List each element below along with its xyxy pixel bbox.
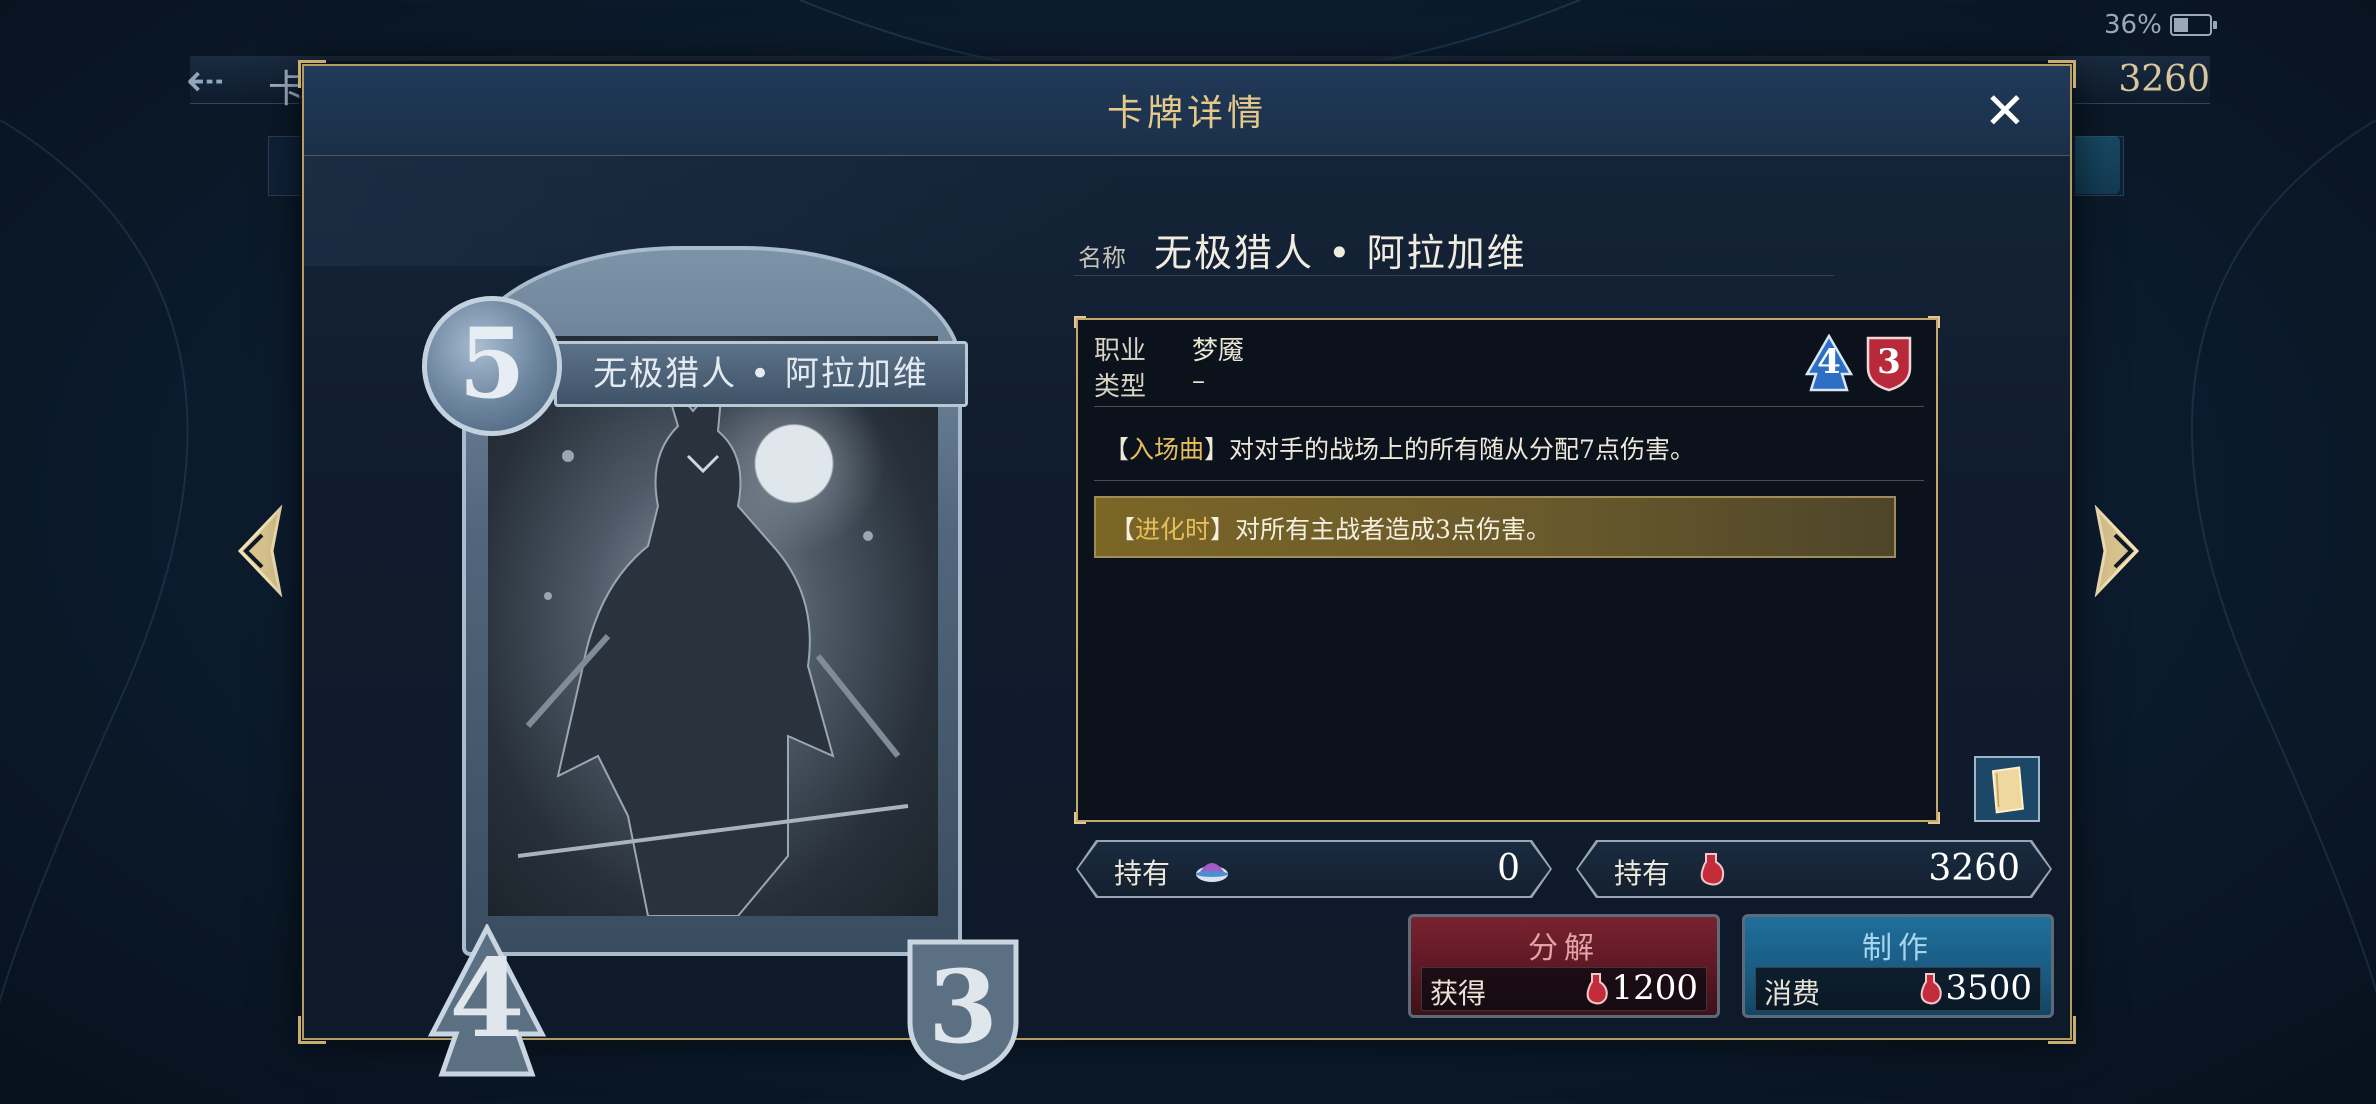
craft-sub-label: 消费 <box>1764 977 1821 1010</box>
evolved-defense-gem: 3 <box>1864 334 1914 392</box>
info-divider <box>1094 480 1924 481</box>
evolved-attack-value: 4 <box>1817 342 1841 382</box>
view-card-art-button[interactable] <box>1974 756 2040 822</box>
wolf-warrior-artwork <box>517 372 909 916</box>
evolved-defense-value: 3 <box>1877 342 1901 382</box>
craft-cost: 消费 3500 <box>1755 967 2041 1011</box>
card-pack-icon <box>1194 852 1230 886</box>
back-arrow-icon[interactable]: ⇠ <box>186 56 246 104</box>
card-attack-gem: 4 <box>422 924 552 1084</box>
owned-cards-label: 持有 <box>1114 857 1171 890</box>
card-info-box: 职业 梦魇 类型 – 4 3 【入场曲】对对手的战场上的所有随从分配7点伤害。 … <box>1074 316 1940 824</box>
owned-vials-strip: 持有 3260 <box>1578 842 2050 896</box>
owned-vials-label: 持有 <box>1614 857 1671 890</box>
frame-corner <box>1928 316 1940 328</box>
red-vial-icon <box>1920 973 1942 1005</box>
disenchant-button[interactable]: 分解 获得 1200 <box>1408 914 1720 1018</box>
card-defense-value: 3 <box>928 948 998 1066</box>
book-icon <box>1991 766 2024 814</box>
card-name-row: 名称 无极猎人 • 阿拉加维 <box>1074 216 1834 276</box>
frame-corner <box>298 1016 326 1044</box>
disenchant-reward: 获得 1200 <box>1421 967 1707 1011</box>
name-value: 无极猎人 • 阿拉加维 <box>1154 231 1527 275</box>
close-icon[interactable]: ✕ <box>1982 86 2028 136</box>
type-value: – <box>1192 366 1205 396</box>
battery-icon <box>2170 14 2217 36</box>
frame-corner <box>1074 316 1086 328</box>
frame-corner <box>1928 812 1940 824</box>
card-cost-value: 5 <box>458 307 526 420</box>
evolved-attack-gem: 4 <box>1804 334 1854 392</box>
chevron-left-icon <box>237 504 283 598</box>
owned-cards-value: 0 <box>1497 848 1520 889</box>
card-cost-gem: 5 <box>422 296 562 436</box>
evolve-text: 对所有主战者造成3点伤害。 <box>1235 515 1551 544</box>
red-vial-icon <box>1586 973 1608 1005</box>
evolve-effect-bar: 【进化时】对所有主战者造成3点伤害。 <box>1094 496 1896 558</box>
type-label: 类型 <box>1094 372 1147 402</box>
frame-corner <box>1074 812 1086 824</box>
fanfare-keyword: 入场曲 <box>1129 435 1205 464</box>
battery-percentage: 36% <box>2104 10 2162 40</box>
fanfare-text: 对对手的战场上的所有随从分配7点伤害。 <box>1229 435 1695 464</box>
dialog-title: 卡牌详情 <box>1106 93 1267 134</box>
class-label: 职业 <box>1094 336 1147 366</box>
card-name-banner: 无极猎人 • 阿拉加维 <box>554 341 968 407</box>
owned-vials-value: 3260 <box>1928 848 2020 889</box>
class-value: 梦魇 <box>1192 336 1245 366</box>
evolve-effect: 【进化时】对所有主战者造成3点伤害。 <box>1110 515 1551 544</box>
card-artwork <box>488 336 938 916</box>
disenchant-label: 分解 <box>1528 931 1600 966</box>
name-label: 名称 <box>1078 244 1126 272</box>
chevron-right-icon <box>2094 504 2140 598</box>
dialog-header: 卡牌详情 ✕ <box>304 66 2070 156</box>
frame-corner <box>2048 1016 2076 1044</box>
disenchant-value: 1200 <box>1611 968 1698 1008</box>
card-detail-dialog: 卡牌详情 ✕ 无极猎人 • 阿拉加维 5 4 3 名称 无极猎人 • 阿拉加维 … <box>298 60 2076 1081</box>
red-vial-icon <box>1694 852 1730 886</box>
card-attack-value: 4 <box>449 936 525 1062</box>
craft-button[interactable]: 制作 消费 3500 <box>1742 914 2054 1018</box>
background-currency-count: 3260 <box>2118 59 2210 100</box>
craft-label: 制作 <box>1862 931 1934 966</box>
evolve-keyword: 进化时 <box>1135 515 1211 544</box>
info-divider <box>1094 406 1924 407</box>
card-defense-gem: 3 <box>900 932 1026 1082</box>
previous-card-button[interactable] <box>232 504 292 598</box>
card-illustration: 无极猎人 • 阿拉加维 5 4 3 <box>422 196 1019 1081</box>
next-card-button[interactable] <box>2085 504 2145 598</box>
disenchant-sub-label: 获得 <box>1430 977 1487 1010</box>
owned-cards-strip: 持有 0 <box>1078 842 1550 896</box>
fanfare-effect: 【入场曲】对对手的战场上的所有随从分配7点伤害。 <box>1104 435 1695 464</box>
craft-value: 3500 <box>1945 968 2032 1008</box>
